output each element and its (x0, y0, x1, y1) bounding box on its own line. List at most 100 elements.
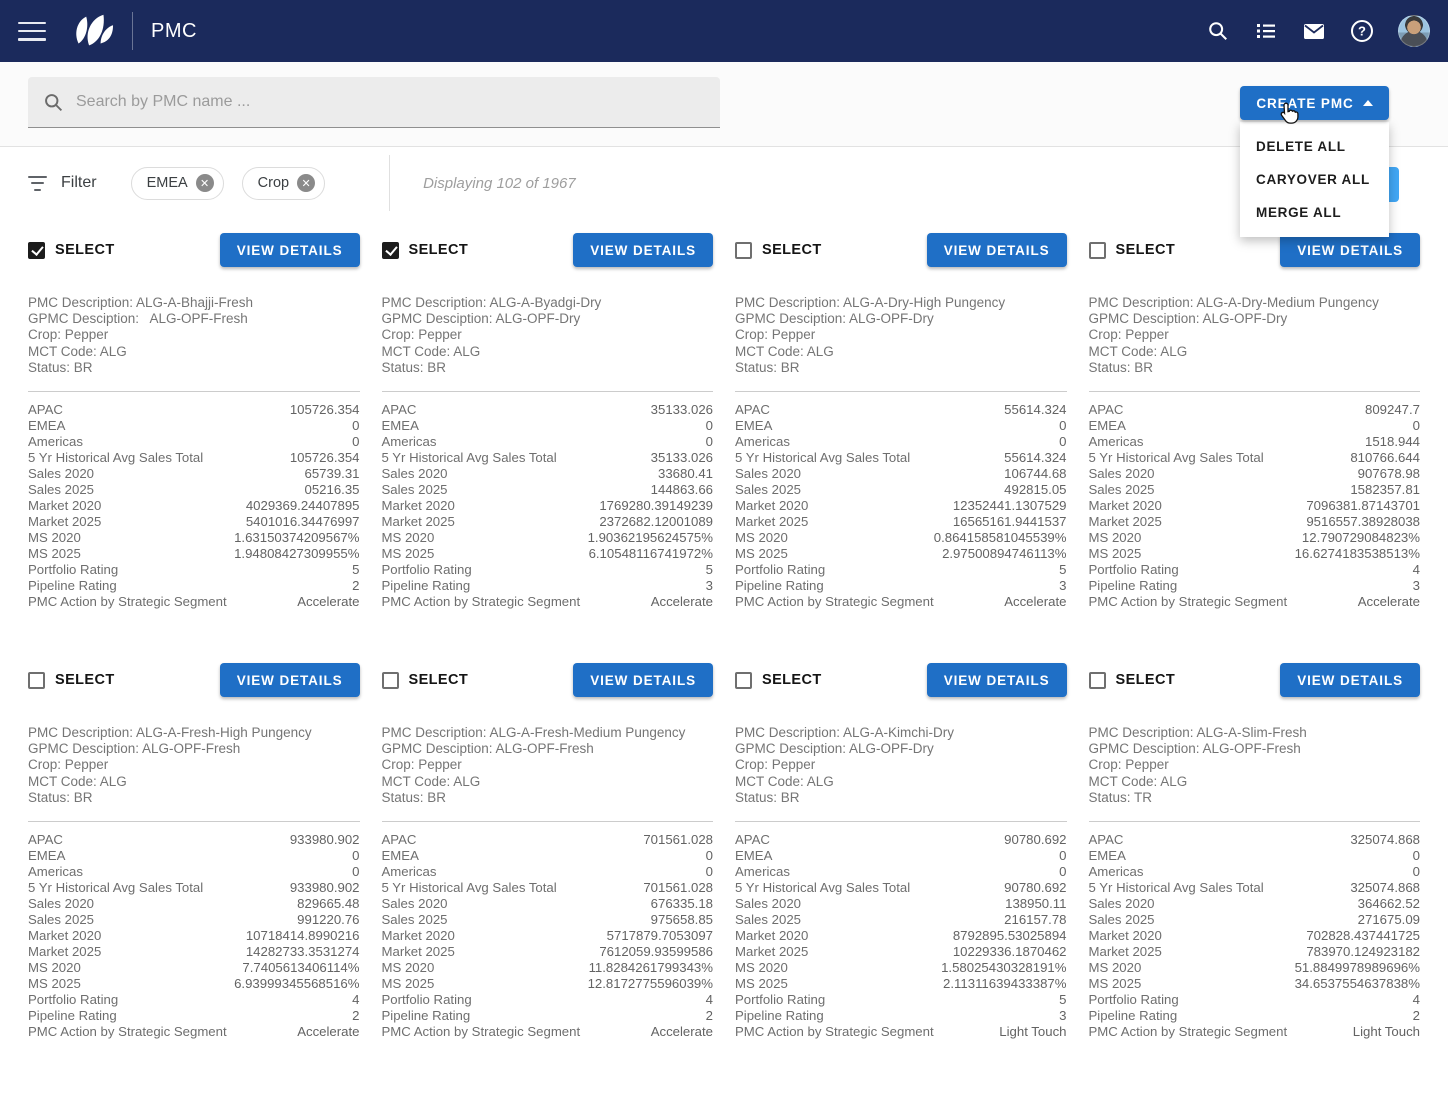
metric-row: Portfolio Rating 5 (382, 562, 714, 578)
metric-label: Market 2020 (1088, 498, 1162, 514)
view-details-button[interactable]: VIEW DETAILS (219, 663, 360, 698)
select-control[interactable]: SELECT (28, 671, 115, 689)
mail-icon[interactable] (1302, 19, 1326, 43)
pmc-description-line: PMC Description: ALG-A-Fresh-Medium Pung… (381, 725, 686, 741)
select-control[interactable]: SELECT (1088, 241, 1176, 259)
metric-value: 3 (705, 578, 713, 594)
status-line: Status: BR (28, 789, 93, 805)
metric-row: Portfolio Rating 5 (28, 562, 360, 578)
select-control[interactable]: SELECT (735, 241, 822, 259)
metric-label: Sales 2025 (381, 912, 448, 928)
metric-row: APAC 325074.868 (1089, 832, 1421, 848)
navbar-divider (132, 12, 133, 50)
metric-row: Americas 0 (735, 434, 1067, 450)
pmc-description-line: PMC Description: ALG-A-Bhajji-Fresh (28, 295, 254, 310)
select-control[interactable]: SELECT (381, 671, 469, 689)
select-control[interactable]: SELECT (1088, 671, 1176, 689)
select-control[interactable]: SELECT (381, 241, 469, 259)
metric-row: Market 2025 10229336.1870462 (735, 944, 1067, 960)
metric-value: 3 (1412, 578, 1420, 594)
metric-label: Sales 2025 (381, 482, 448, 498)
metric-row: Americas 0 (735, 864, 1067, 880)
create-pmc-button[interactable]: CREATE PMC (1240, 86, 1389, 120)
pmc-description-line: PMC Description: ALG-A-Kimchi-Dry (735, 725, 955, 741)
select-checkbox[interactable] (735, 671, 752, 689)
card-divider (381, 821, 713, 823)
menu-item-delete-all[interactable]: DELETE ALL (1240, 130, 1389, 163)
view-details-button[interactable]: VIEW DETAILS (573, 233, 713, 267)
pmc-info-block: PMC Description: ALG-A-Slim-Fresh GPMC D… (1089, 725, 1421, 806)
metric-row: PMC Action by Strategic Segment Accelerat… (1089, 594, 1421, 610)
metric-label: MS 2025 (1088, 976, 1142, 992)
view-details-button[interactable]: VIEW DETAILS (926, 663, 1067, 698)
select-checkbox[interactable] (1088, 671, 1106, 689)
metric-value: 701561.028 (643, 880, 713, 896)
svg-text:?: ? (1358, 24, 1366, 39)
search-box[interactable] (28, 77, 720, 128)
metric-value: 7.7405613406114% (242, 960, 360, 976)
view-details-button[interactable]: VIEW DETAILS (1280, 233, 1420, 267)
metric-value: Accelerate (297, 594, 360, 610)
status-line: Status: BR (381, 789, 447, 805)
pmc-cards-grid: SELECT VIEW DETAILS PMC Description: ALG… (0, 219, 1448, 1080)
search-icon[interactable] (1206, 19, 1230, 43)
metrics-table: APAC 90780.692 EMEA 0 Americas 0 5 Yr Historic… (735, 832, 1067, 1040)
metric-value: 0 (1059, 434, 1067, 450)
search-input[interactable] (76, 93, 705, 111)
metric-value: 991220.76 (297, 912, 360, 928)
metric-label: Sales 2020 (1088, 896, 1155, 912)
metric-label: Market 2020 (28, 498, 102, 514)
metric-row: Americas 0 (382, 434, 714, 450)
view-details-button[interactable]: VIEW DETAILS (926, 233, 1067, 267)
metric-row: PMC Action by Strategic Segment Accelerat… (382, 1024, 714, 1040)
metric-row: APAC 809247.7 (1089, 402, 1421, 418)
crop-line: Crop: Pepper (735, 327, 816, 343)
metric-value: 325074.868 (1350, 832, 1420, 848)
metric-label: Market 2020 (735, 928, 809, 944)
select-checkbox[interactable] (1088, 241, 1106, 259)
metric-label: MS 2025 (1088, 546, 1142, 562)
filter-chip-emea[interactable]: EMEA ✕ (130, 166, 224, 200)
metric-label: 5 Yr Historical Avg Sales Total (735, 450, 911, 466)
metric-row: Portfolio Rating 4 (1089, 562, 1421, 578)
filter-divider (389, 155, 391, 211)
filter-chip-crop[interactable]: Crop ✕ (241, 166, 326, 200)
chip-remove-icon[interactable]: ✕ (195, 174, 214, 192)
metric-value: 0 (705, 434, 713, 450)
select-control[interactable]: SELECT (28, 241, 115, 259)
user-avatar[interactable] (1398, 15, 1430, 47)
metric-value: 12.8172775596039% (587, 976, 713, 992)
metric-value: 90780.692 (1004, 880, 1067, 896)
pmc-info-block: PMC Description: ALG-A-Kimchi-Dry GPMC D… (735, 725, 1067, 806)
metric-row: PMC Action by Strategic Segment Accelerat… (28, 594, 360, 610)
metric-value: 702828.437441725 (1306, 928, 1420, 944)
select-checkbox[interactable] (381, 241, 399, 259)
metric-label: Portfolio Rating (735, 562, 826, 578)
select-control[interactable]: SELECT (735, 671, 822, 689)
select-checkbox[interactable] (28, 241, 45, 259)
help-icon[interactable]: ? (1350, 19, 1374, 43)
card-divider (28, 821, 360, 823)
metric-label: Portfolio Rating (1088, 562, 1179, 578)
select-checkbox[interactable] (28, 671, 45, 689)
select-checkbox[interactable] (735, 241, 752, 259)
chip-remove-icon[interactable]: ✕ (297, 174, 316, 192)
metric-row: Pipeline Rating 2 (28, 578, 360, 594)
view-details-button[interactable]: VIEW DETAILS (1280, 663, 1420, 698)
metric-row: Market 2020 4029369.24407895 (28, 498, 360, 514)
metric-row: Sales 2025 1582357.81 (1089, 482, 1421, 498)
menu-item-caryover-all[interactable]: CARYOVER ALL (1240, 163, 1389, 196)
company-leaf-logo (68, 13, 114, 49)
view-details-button[interactable]: VIEW DETAILS (219, 233, 360, 267)
metric-label: Portfolio Rating (381, 562, 472, 578)
metric-label: MS 2020 (381, 530, 435, 546)
hamburger-menu-icon[interactable] (18, 21, 46, 41)
view-details-button[interactable]: VIEW DETAILS (573, 663, 713, 698)
menu-item-merge-all[interactable]: MERGE ALL (1240, 196, 1389, 229)
pmc-info-block: PMC Description: ALG-A-Fresh-Medium Pung… (382, 725, 714, 806)
metric-value: 10229336.1870462 (952, 944, 1067, 960)
metrics-table: APAC 35133.026 EMEA 0 Americas 0 5 Yr Historic… (382, 402, 714, 610)
metric-row: Sales 2020 364662.52 (1089, 896, 1421, 912)
list-icon[interactable] (1254, 19, 1278, 43)
select-checkbox[interactable] (381, 671, 399, 689)
